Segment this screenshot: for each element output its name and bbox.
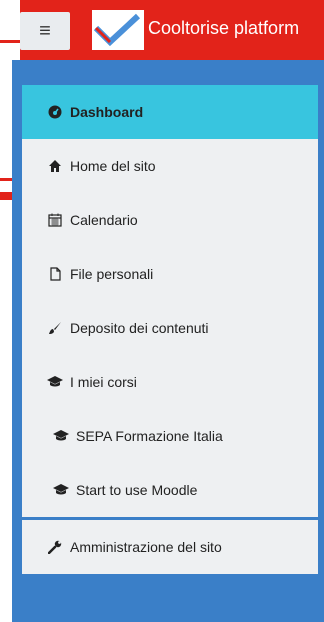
nav-item-home[interactable]: Home del sito	[22, 139, 318, 193]
nav-item-dashboard[interactable]: Dashboard	[22, 85, 318, 139]
graduation-cap-icon	[44, 375, 66, 389]
nav-item-label: I miei corsi	[70, 374, 137, 390]
graduation-cap-icon	[50, 483, 72, 497]
paintbrush-icon	[44, 321, 66, 335]
nav-item-label: SEPA Formazione Italia	[76, 428, 223, 444]
brand-logo[interactable]	[92, 10, 144, 50]
nav-item-label: Dashboard	[70, 104, 144, 120]
graduation-cap-icon	[50, 429, 72, 443]
nav-item-label: Calendario	[70, 212, 138, 228]
nav-panel: Dashboard Home del sito Calendario File …	[22, 85, 318, 574]
dashboard-icon	[44, 105, 66, 119]
nav-item-private-files[interactable]: File personali	[22, 247, 318, 301]
top-header: ≡ Cooltorise platform	[20, 0, 324, 60]
file-icon	[44, 267, 66, 281]
home-icon	[44, 159, 66, 173]
nav-item-calendar[interactable]: Calendario	[22, 193, 318, 247]
nav-item-course-sepa[interactable]: SEPA Formazione Italia	[22, 409, 318, 463]
nav-item-my-courses[interactable]: I miei corsi	[22, 355, 318, 409]
calendar-icon	[44, 213, 66, 227]
wrench-icon	[44, 540, 66, 554]
hamburger-icon: ≡	[39, 19, 51, 42]
nav-item-label: File personali	[70, 266, 154, 282]
nav-item-label: Start to use Moodle	[76, 482, 198, 498]
nav-drawer: Dashboard Home del sito Calendario File …	[12, 60, 324, 622]
nav-item-content-bank[interactable]: Deposito dei contenuti	[22, 301, 318, 355]
nav-item-label: Deposito dei contenuti	[70, 320, 209, 336]
menu-toggle-button[interactable]: ≡	[20, 12, 70, 50]
nav-item-course-moodle[interactable]: Start to use Moodle	[22, 463, 318, 517]
nav-item-label: Amministrazione del sito	[70, 539, 222, 555]
decorative-line	[0, 40, 20, 43]
nav-item-label: Home del sito	[70, 158, 156, 174]
site-name[interactable]: Cooltorise platform	[148, 18, 324, 39]
nav-item-site-admin[interactable]: Amministrazione del sito	[22, 520, 318, 574]
